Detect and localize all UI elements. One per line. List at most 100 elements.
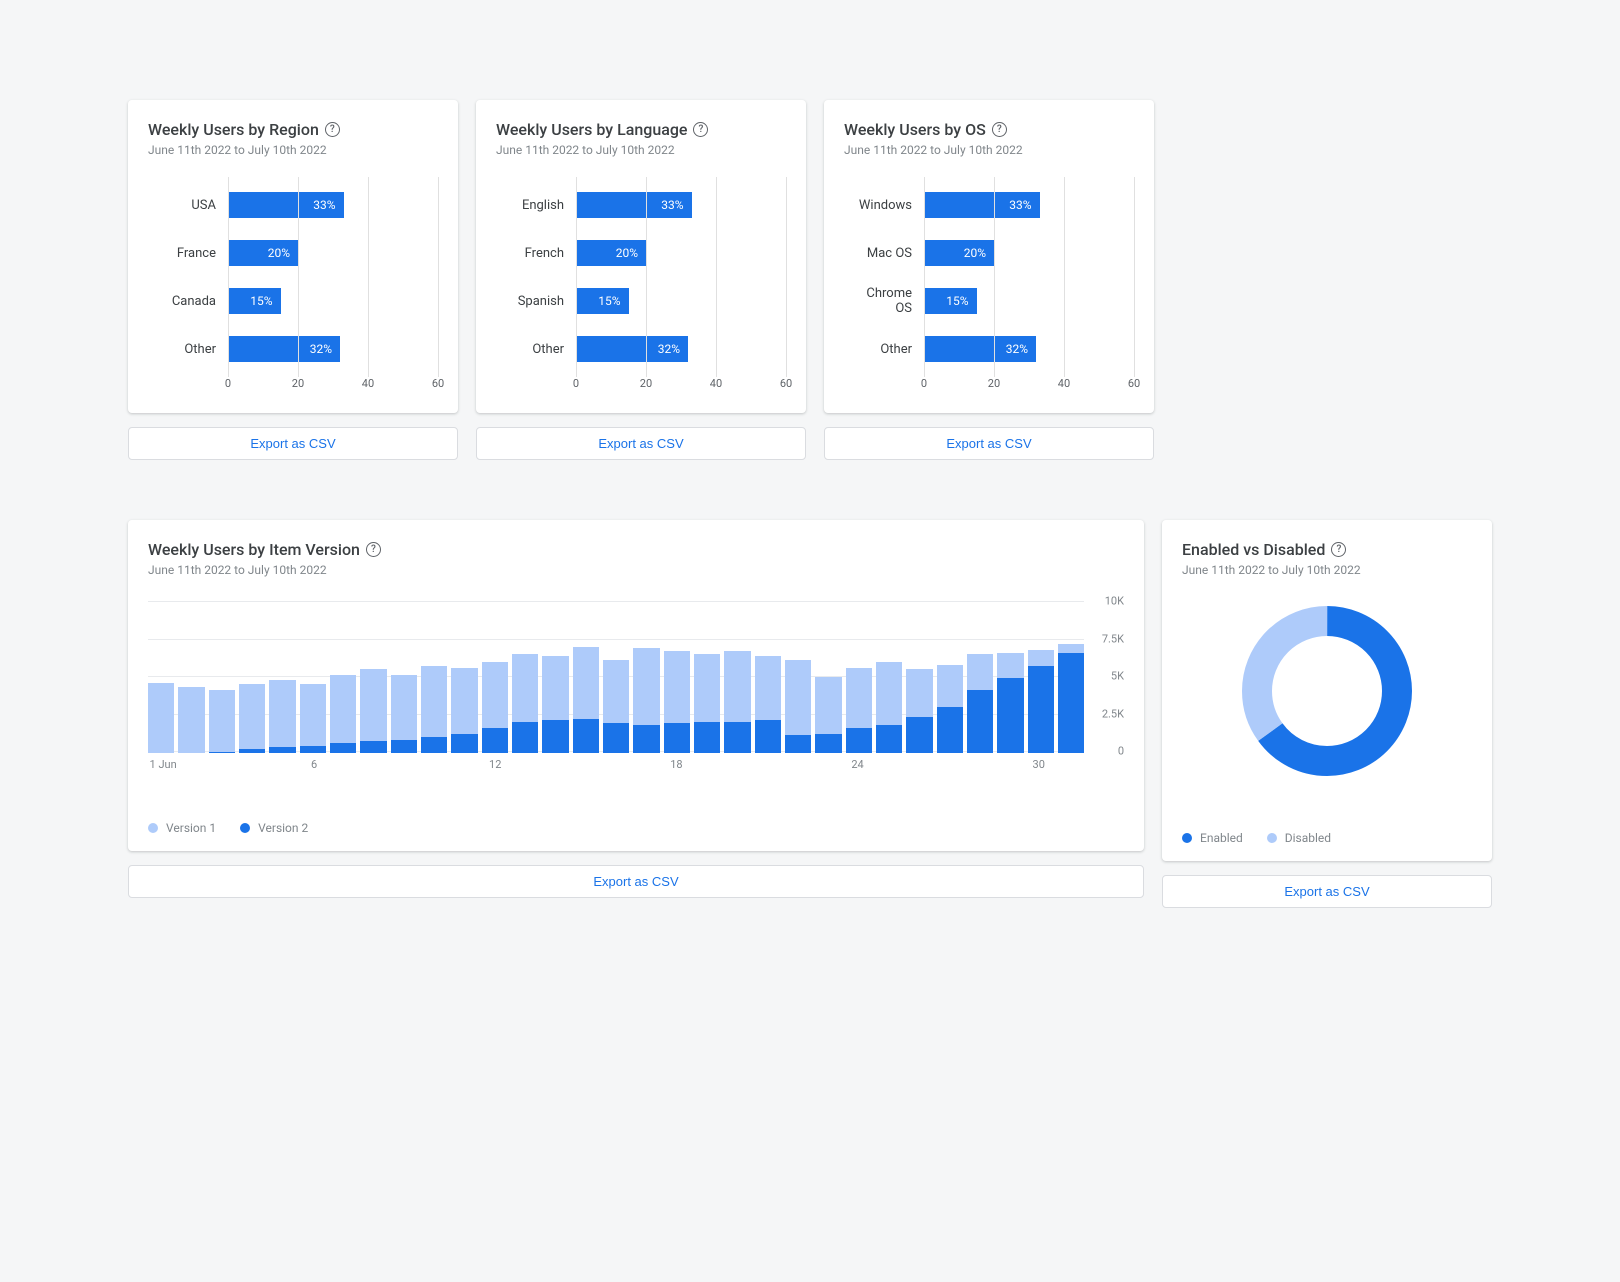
- bar-segment-v2: [785, 735, 811, 753]
- export-button[interactable]: Export as CSV: [128, 865, 1144, 898]
- bar-segment-v2: [724, 722, 750, 754]
- bar-category: France: [152, 246, 228, 261]
- bar-segment-v2: [391, 740, 417, 754]
- bar-segment-v1: [755, 656, 781, 721]
- bar-segment-v1: [148, 683, 174, 754]
- stacked-bar: [300, 684, 326, 753]
- stacked-bar: [512, 654, 538, 753]
- x-tick: 0: [573, 377, 579, 390]
- x-tick: 6: [311, 758, 317, 771]
- bar-segment-v1: [391, 675, 417, 740]
- x-tick: 0: [225, 377, 231, 390]
- bar-segment-v1: [846, 668, 872, 728]
- legend-item: Disabled: [1267, 831, 1331, 845]
- bar-segment-v1: [937, 665, 963, 707]
- bar-segment-v1: [633, 648, 659, 725]
- card-subtitle: June 11th 2022 to July 10th 2022: [496, 143, 786, 157]
- legend-label: Version 1: [166, 821, 216, 835]
- legend-dot-icon: [240, 823, 250, 833]
- bar-segment-v1: [360, 669, 386, 741]
- donut-svg: [1237, 601, 1417, 781]
- x-tick: 30: [1033, 758, 1045, 771]
- stacked-bar: [755, 656, 781, 754]
- bar-segment-v2: [846, 728, 872, 754]
- stacked-bar: [209, 690, 235, 753]
- legend-label: Version 2: [258, 821, 308, 835]
- bar: 33%: [576, 192, 692, 218]
- bar-category: French: [500, 246, 576, 261]
- x-tick: 20: [988, 377, 1000, 390]
- bar-category: Windows: [848, 198, 924, 213]
- help-icon[interactable]: ?: [693, 122, 708, 137]
- bar-segment-v1: [269, 680, 295, 748]
- help-icon[interactable]: ?: [992, 122, 1007, 137]
- y-tick: 5K: [1111, 670, 1124, 683]
- bar-segment-v2: [694, 722, 720, 754]
- legend-item: Version 1: [148, 821, 216, 835]
- bar-segment-v2: [482, 728, 508, 754]
- legend-dot-icon: [1182, 833, 1192, 843]
- export-button[interactable]: Export as CSV: [1162, 875, 1492, 908]
- x-tick: 40: [1058, 377, 1070, 390]
- stacked-bar: [391, 675, 417, 753]
- card-title: Weekly Users by OS ?: [844, 120, 1134, 139]
- bar-segment-v2: [451, 734, 477, 754]
- help-icon[interactable]: ?: [325, 122, 340, 137]
- bar-track: 20%: [228, 229, 438, 277]
- bar: 15%: [228, 288, 281, 314]
- bar-segment-v2: [906, 717, 932, 753]
- bar-track: 32%: [576, 325, 786, 373]
- stacked-bar: [967, 654, 993, 753]
- card-os: Weekly Users by OS ? June 11th 2022 to J…: [824, 100, 1154, 413]
- bar-segment-v1: [573, 647, 599, 719]
- bar-track: 20%: [924, 229, 1134, 277]
- stacked-bar: [573, 647, 599, 754]
- legend-label: Disabled: [1285, 831, 1331, 845]
- card-subtitle: June 11th 2022 to July 10th 2022: [1182, 563, 1472, 577]
- stacked-bar: [937, 665, 963, 754]
- chart-language: English 33% French 20% Spanish 15% Other…: [496, 181, 786, 397]
- title-text: Weekly Users by Item Version: [148, 540, 360, 559]
- export-button[interactable]: Export as CSV: [476, 427, 806, 460]
- stacked-bar: [633, 648, 659, 753]
- bar-segment-v2: [967, 690, 993, 753]
- help-icon[interactable]: ?: [366, 542, 381, 557]
- legend-dot-icon: [148, 823, 158, 833]
- export-button[interactable]: Export as CSV: [824, 427, 1154, 460]
- legend-label: Enabled: [1200, 831, 1243, 845]
- export-button[interactable]: Export as CSV: [128, 427, 458, 460]
- bar-track: 15%: [924, 277, 1134, 325]
- stacked-bar: [1058, 644, 1084, 754]
- bar-track: 33%: [576, 181, 786, 229]
- stacked-bar: [269, 680, 295, 754]
- stacked-bar: [846, 668, 872, 754]
- bar-segment-v1: [512, 654, 538, 722]
- stacked-bar: [360, 669, 386, 753]
- bar-track: 33%: [924, 181, 1134, 229]
- bar-segment-v2: [603, 723, 629, 753]
- bar: 33%: [924, 192, 1040, 218]
- bar-row: France 20%: [152, 229, 438, 277]
- bar-segment-v2: [1028, 666, 1054, 753]
- legend-enabled: Enabled Disabled: [1182, 831, 1472, 845]
- bar-segment-v1: [694, 654, 720, 722]
- chart-region: USA 33% France 20% Canada 15% Other 32%: [148, 181, 438, 397]
- bar-segment-v2: [512, 722, 538, 754]
- card-language: Weekly Users by Language ? June 11th 202…: [476, 100, 806, 413]
- x-tick: 20: [640, 377, 652, 390]
- chart-os: Windows 33% Mac OS 20% Chrome OS 15% Oth…: [844, 181, 1134, 397]
- title-text: Weekly Users by Region: [148, 120, 319, 139]
- stacked-bar: [603, 660, 629, 753]
- x-tick: 20: [292, 377, 304, 390]
- y-tick: 10K: [1105, 595, 1124, 608]
- bar: 32%: [576, 336, 688, 362]
- help-icon[interactable]: ?: [1331, 542, 1346, 557]
- bar-segment-v2: [573, 719, 599, 754]
- bar-track: 15%: [228, 277, 438, 325]
- bar-category: Other: [500, 342, 576, 357]
- bar-track: 33%: [228, 181, 438, 229]
- bar: 33%: [228, 192, 344, 218]
- stacked-bar: [451, 668, 477, 754]
- bar-segment-v1: [724, 651, 750, 722]
- stacked-bar: [724, 651, 750, 753]
